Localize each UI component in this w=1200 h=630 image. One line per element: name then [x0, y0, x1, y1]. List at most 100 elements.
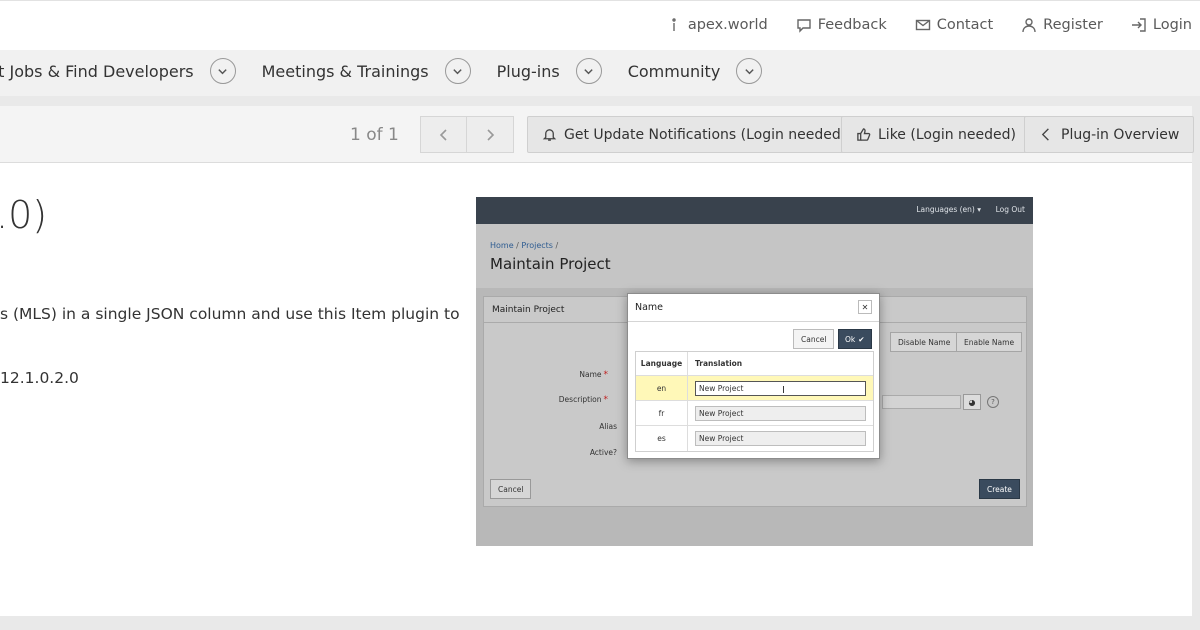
- plugin-overview-label: Plug-in Overview: [1061, 126, 1180, 143]
- cancel-button: Cancel: [490, 479, 532, 499]
- table-row: en New Project: [636, 376, 873, 401]
- table-row: es New Project: [636, 426, 873, 451]
- chevron-left-icon: [439, 128, 447, 141]
- top-bar: apex.world Feedback Contact Register Log…: [0, 0, 1200, 50]
- plugin-description: s (MLS) in a single JSON column and use …: [0, 305, 460, 323]
- plugin-screenshot: Languages (en) ▾ Log Out Home / Projects…: [476, 197, 1033, 546]
- language-cell: es: [636, 426, 688, 451]
- text-cursor-icon: I: [782, 385, 785, 396]
- required-marker: *: [603, 370, 609, 380]
- chat-icon: [796, 19, 811, 33]
- logout-link: Log Out: [995, 205, 1025, 214]
- update-notifications-button[interactable]: Get Update Notifications (Login needed): [527, 116, 862, 153]
- nav-items: ost Jobs & Find Developers Meetings & Tr…: [0, 58, 788, 84]
- feedback-label: Feedback: [817, 17, 887, 33]
- contact-label: Contact: [936, 17, 994, 33]
- translation-cell: New Project: [688, 431, 873, 446]
- nav-item-jobs[interactable]: ost Jobs & Find Developers: [0, 58, 236, 84]
- like-button[interactable]: Like (Login needed): [841, 116, 1031, 153]
- apex-world-label: apex.world: [687, 17, 768, 33]
- alias-label: Alias: [599, 422, 617, 431]
- chevron-down-icon[interactable]: [209, 58, 236, 84]
- active-label: Active?: [589, 448, 617, 457]
- plugin-title: .0): [0, 193, 48, 237]
- info-icon: [672, 18, 676, 31]
- breadcrumb-home: Home: [490, 241, 514, 250]
- feedback-link[interactable]: Feedback: [796, 17, 887, 33]
- name-label-text: Name: [579, 370, 602, 379]
- disable-name-button: Disable Name: [890, 332, 959, 352]
- translation-input: New Project: [695, 405, 866, 421]
- name-label: Name *: [528, 370, 608, 380]
- plugin-overview-button[interactable]: Plug-in Overview: [1024, 116, 1195, 153]
- description-label: Description *: [528, 395, 608, 405]
- page-title: Maintain Project: [490, 255, 611, 273]
- nav-item-label: ost Jobs & Find Developers: [0, 61, 194, 81]
- table-row: fr New Project: [636, 401, 873, 426]
- region-title: Maintain Project: [492, 305, 565, 315]
- nav-item-community[interactable]: Community: [628, 58, 763, 84]
- nav-item-label: Plug-ins: [496, 61, 560, 81]
- breadcrumb: Home / Projects /: [490, 241, 558, 250]
- nav-item-label: Meetings & Trainings: [261, 61, 429, 81]
- translation-input: New Project: [695, 380, 866, 396]
- required-marker: *: [603, 395, 609, 405]
- globe-icon: ◕: [963, 394, 981, 410]
- breadcrumb-separator: /: [555, 241, 559, 250]
- translation-cell: New Project: [688, 380, 873, 396]
- column-header-language: Language: [636, 352, 688, 375]
- nav-item-label: Community: [627, 61, 721, 81]
- breadcrumb-projects: Projects: [521, 241, 553, 250]
- languages-menu: Languages (en) ▾: [916, 205, 981, 214]
- pager-text: 1 of 1: [350, 125, 399, 145]
- dialog-title: Name: [635, 302, 664, 313]
- register-label: Register: [1043, 17, 1103, 33]
- mail-icon: [915, 19, 930, 31]
- main-nav: ost Jobs & Find Developers Meetings & Tr…: [0, 50, 1200, 96]
- apex-world-link[interactable]: apex.world: [666, 17, 768, 33]
- chevron-down-icon[interactable]: [575, 58, 602, 84]
- chevron-down-icon[interactable]: [444, 58, 471, 84]
- plugin-toolbar: 1 of 1 Get Update Notifications (Login n…: [0, 106, 1195, 163]
- language-cell: en: [636, 376, 688, 400]
- user-icon: [1022, 18, 1036, 33]
- update-notifications-label: Get Update Notifications (Login needed): [564, 126, 847, 143]
- table-header-row: Language Translation: [636, 352, 873, 376]
- translation-table: Language Translation en New Project fr N…: [635, 351, 874, 452]
- dialog-divider: [628, 321, 879, 322]
- enable-name-button: Enable Name: [956, 332, 1023, 352]
- chevron-right-icon: [487, 128, 495, 141]
- dialog-ok-button: Ok ✔: [838, 329, 872, 349]
- login-label: Login: [1152, 17, 1192, 33]
- next-button[interactable]: [466, 116, 514, 153]
- language-cell: fr: [636, 401, 688, 425]
- login-link[interactable]: Login: [1131, 17, 1192, 33]
- register-link[interactable]: Register: [1021, 17, 1103, 33]
- translation-input: New Project: [695, 431, 866, 446]
- create-button: Create: [979, 479, 1020, 499]
- top-links: apex.world Feedback Contact Register Log…: [638, 17, 1192, 33]
- nav-item-plugins[interactable]: Plug-ins: [497, 58, 602, 84]
- thumbs-up-icon: [857, 128, 871, 141]
- description-label-text: Description: [558, 395, 602, 404]
- screenshot-page-header: Home / Projects / Maintain Project: [476, 224, 1033, 288]
- description-field: [882, 395, 961, 409]
- help-icon: ?: [987, 396, 999, 408]
- close-icon: ✕: [858, 300, 872, 314]
- translation-dialog: Name ✕ Cancel Ok ✔ Language Translation e…: [627, 293, 880, 459]
- login-icon: [1131, 18, 1146, 32]
- screenshot-header-bar: Languages (en) ▾ Log Out: [476, 197, 1033, 224]
- chevron-down-icon[interactable]: [736, 58, 763, 84]
- chevron-left-icon: [1041, 128, 1049, 141]
- check-icon: ✔: [858, 334, 865, 344]
- previous-button[interactable]: [420, 116, 467, 153]
- like-label: Like (Login needed): [878, 126, 1016, 143]
- column-header-translation: Translation: [695, 359, 743, 368]
- dialog-cancel-button: Cancel: [793, 329, 835, 349]
- nav-item-meetings[interactable]: Meetings & Trainings: [262, 58, 471, 84]
- plugin-version: 12.1.0.2.0: [0, 369, 79, 387]
- contact-link[interactable]: Contact: [915, 17, 993, 33]
- translation-cell: New Project: [688, 405, 873, 421]
- bell-icon: [542, 129, 557, 141]
- ok-label: Ok: [845, 334, 856, 344]
